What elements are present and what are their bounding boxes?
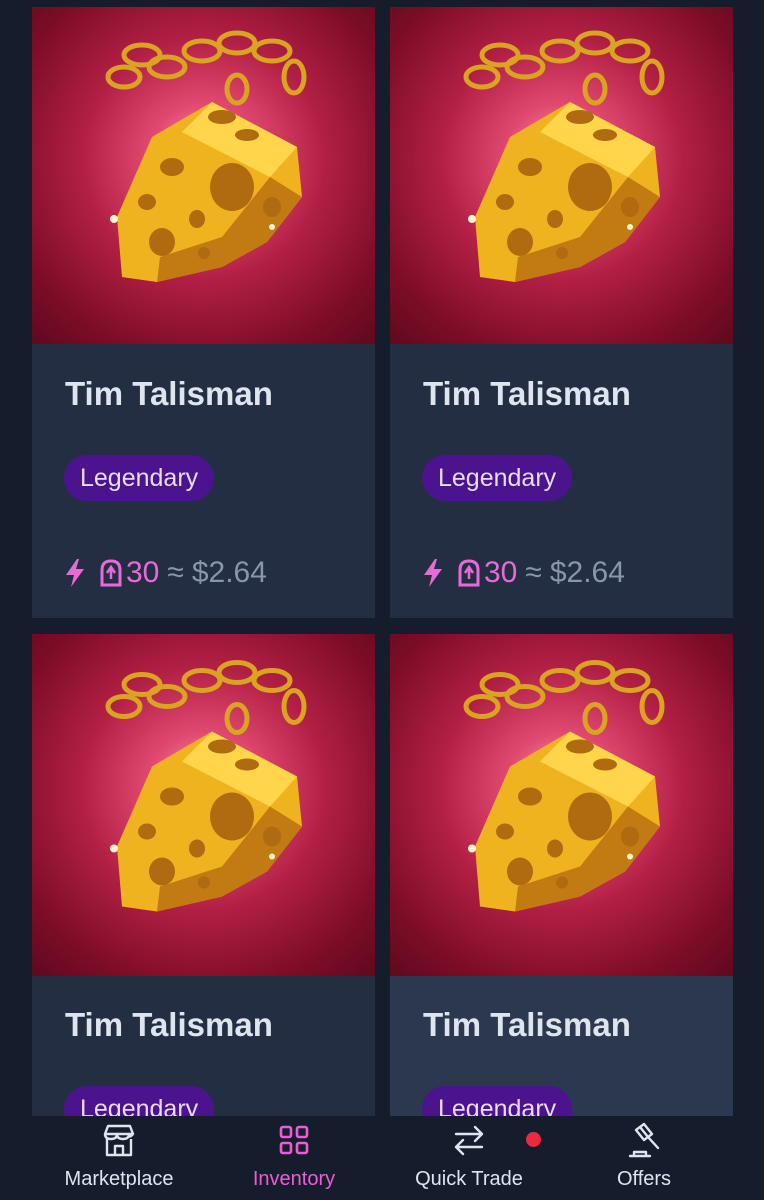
rarity-badge: Legendary [422,455,573,501]
nav-offers[interactable]: Offers [559,1116,729,1200]
item-image [32,634,375,976]
approx-symbol: ≈ [167,556,184,589]
nav-quick-trade[interactable]: Quick Trade [384,1116,554,1200]
price-amount: 30 [126,556,160,589]
item-card[interactable]: Tim Talisman Legendary [32,634,375,1116]
item-title: Tim Talisman [65,1006,273,1043]
item-title: Tim Talisman [423,1006,631,1043]
store-icon [101,1122,137,1158]
coin-icon [456,558,482,588]
cheese-talisman-image [105,660,307,912]
notification-dot [526,1132,541,1147]
item-title: Tim Talisman [423,375,631,412]
nav-label: Quick Trade [415,1168,523,1190]
nav-marketplace[interactable]: Marketplace [34,1116,204,1200]
coin-icon [98,558,124,588]
swap-arrows-icon [451,1122,487,1158]
item-title: Tim Talisman [65,375,273,412]
gavel-icon [626,1122,662,1158]
item-image [390,634,733,976]
grid-icon [276,1122,312,1158]
item-card[interactable]: Tim Talisman Legendary 30 ≈ $2.64 [390,7,733,618]
inventory-grid: Tim Talisman Legendary 30 ≈ $2.64 Tim Ta… [0,0,764,1200]
price-amount: 30 [484,556,518,589]
item-image [32,7,375,344]
cheese-talisman-image [463,30,665,282]
bolt-icon [64,558,86,588]
bolt-icon [422,558,444,588]
cheese-talisman-image [463,660,665,912]
rarity-badge: Legendary [64,1086,215,1116]
item-image [390,7,733,344]
nav-inventory[interactable]: Inventory [209,1116,379,1200]
nav-label: Marketplace [64,1168,174,1190]
nav-label: Inventory [252,1168,336,1190]
rarity-badge: Legendary [422,1086,573,1116]
item-card-selected[interactable]: Tim Talisman Legendary [390,634,733,1116]
bottom-nav: Marketplace Inventory Quick Trade Offers [0,1116,764,1200]
item-price: 30 ≈ $2.64 [64,553,267,593]
approx-symbol: ≈ [525,556,542,589]
nav-label: Offers [616,1168,672,1190]
cheese-talisman-image [105,30,307,282]
price-usd: $2.64 [549,556,625,589]
item-card[interactable]: Tim Talisman Legendary 30 ≈ $2.64 [32,7,375,618]
price-usd: $2.64 [191,556,267,589]
rarity-badge: Legendary [64,455,215,501]
item-price: 30 ≈ $2.64 [422,553,625,593]
